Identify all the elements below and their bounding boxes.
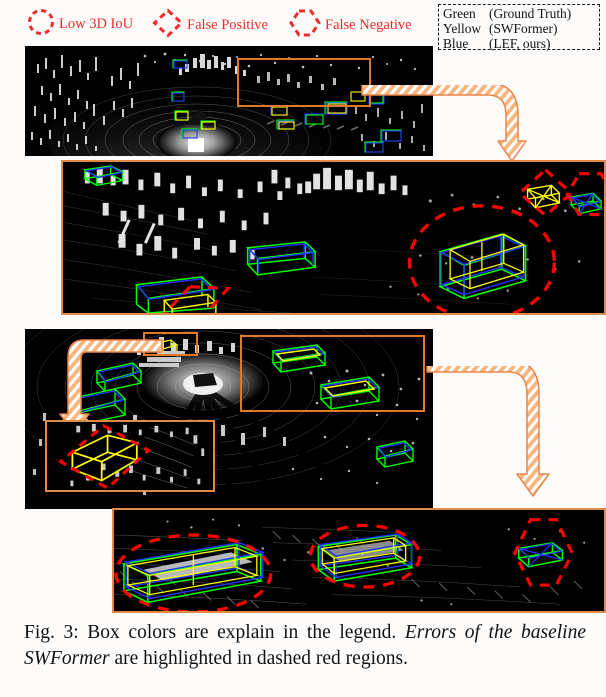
color-legend-name-blue: Blue bbox=[443, 36, 469, 51]
figure-caption: Fig. 3: Box colors are explain in the le… bbox=[24, 620, 586, 672]
box-color-legend: Green (Ground Truth) Yellow (SWFormer) B… bbox=[438, 4, 600, 51]
legend-label-false-negative: False Negative bbox=[325, 17, 412, 34]
panel-scene-b-zoom bbox=[112, 508, 606, 613]
lidar-point-cloud-a bbox=[25, 46, 433, 156]
color-legend-name-yellow: Yellow bbox=[443, 21, 482, 36]
caption-prefix: Fig. 3: Box colors are explain in the le… bbox=[24, 622, 405, 643]
lidar-point-cloud-a-zoom bbox=[63, 162, 604, 313]
panel-scene-b-inset bbox=[45, 420, 215, 492]
zoom-arrow-scene-b-zoom bbox=[426, 366, 550, 497]
figure-3: Low 3D IoU False Positive False Negative… bbox=[0, 0, 606, 697]
legend-label-low-3d-iou: Low 3D IoU bbox=[59, 16, 134, 33]
dashed-circle-icon bbox=[26, 8, 56, 41]
legend-label-false-positive: False Positive bbox=[187, 17, 268, 34]
panel-scene-a-zoom bbox=[61, 160, 606, 315]
legend-item-false-negative: False Negative bbox=[288, 8, 412, 43]
legend-item-false-positive: False Positive bbox=[152, 8, 268, 43]
color-legend-source-blue: (LEF, ours) bbox=[489, 36, 551, 51]
color-legend-source-green: (Ground Truth) bbox=[489, 6, 572, 21]
lidar-point-cloud-b-inset bbox=[47, 422, 213, 490]
color-legend-source-yellow: (SWFormer) bbox=[489, 21, 558, 36]
color-legend-row-green: Green (Ground Truth) bbox=[443, 6, 596, 21]
panel-scene-a-overview bbox=[25, 46, 433, 156]
lidar-point-cloud-b-zoom bbox=[114, 510, 604, 611]
dashed-hexagon-icon bbox=[288, 8, 322, 43]
dashed-diamond-icon bbox=[152, 8, 184, 43]
color-legend-row-blue: Blue (LEF, ours) bbox=[443, 36, 596, 51]
color-legend-name-green: Green bbox=[443, 6, 476, 21]
color-legend-row-yellow: Yellow (SWFormer) bbox=[443, 21, 596, 36]
legend-item-low-3d-iou: Low 3D IoU bbox=[26, 8, 133, 41]
caption-suffix: are highlighted in dashed red regions. bbox=[109, 648, 408, 669]
